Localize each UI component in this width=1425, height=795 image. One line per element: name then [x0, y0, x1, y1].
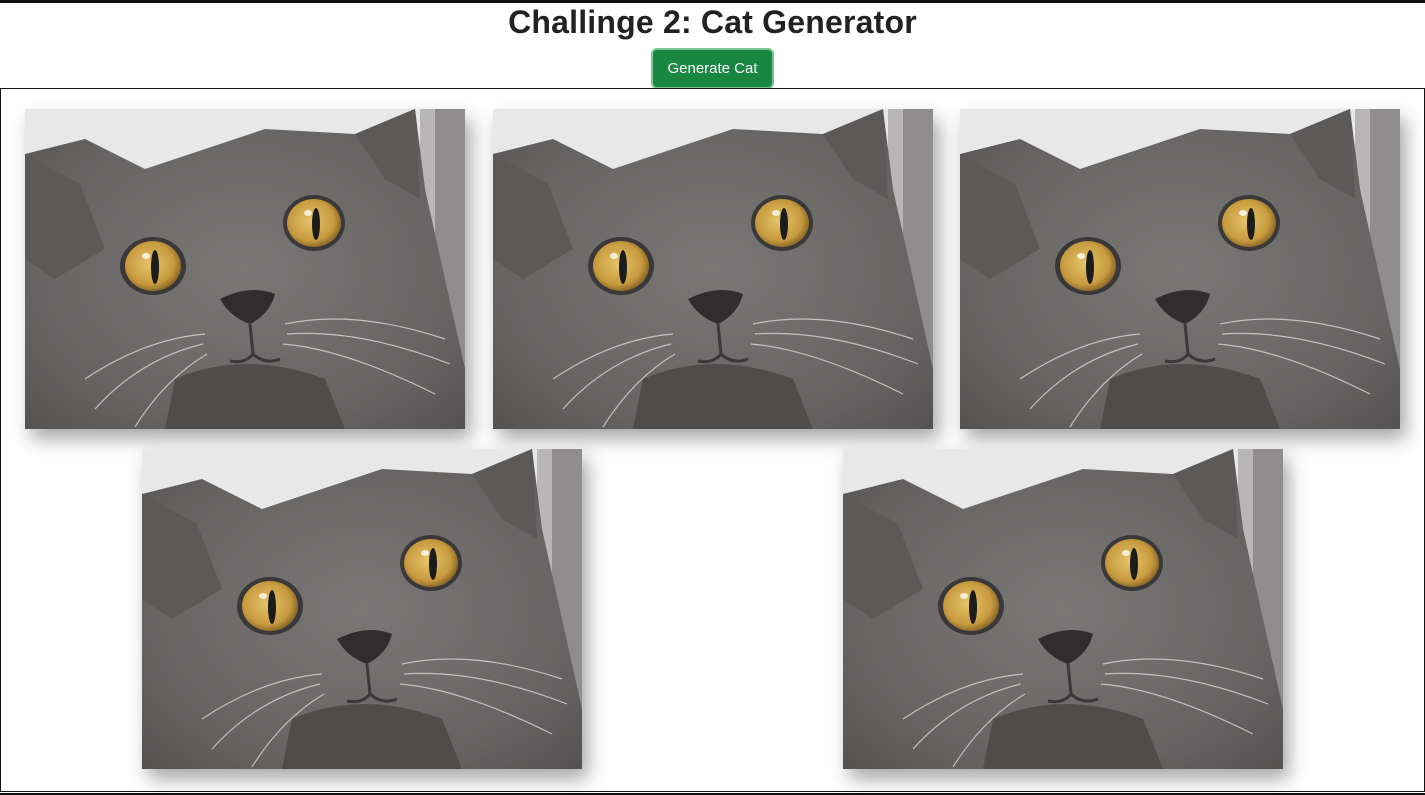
cat-image — [493, 109, 933, 429]
generate-cat-button[interactable]: Generate Cat — [651, 48, 774, 89]
cat-image — [142, 449, 582, 769]
cat-photo-icon — [843, 449, 1283, 769]
cat-photo-icon — [142, 449, 582, 769]
cat-image — [960, 109, 1400, 429]
cat-photo-icon — [493, 109, 933, 429]
cat-image — [843, 449, 1283, 769]
cat-image — [25, 109, 465, 429]
cat-photo-icon — [960, 109, 1400, 429]
cat-gallery — [0, 88, 1425, 792]
cat-photo-icon — [25, 109, 465, 429]
page-title: Challinge 2: Cat Generator — [508, 4, 917, 40]
top-divider — [0, 0, 1425, 3]
